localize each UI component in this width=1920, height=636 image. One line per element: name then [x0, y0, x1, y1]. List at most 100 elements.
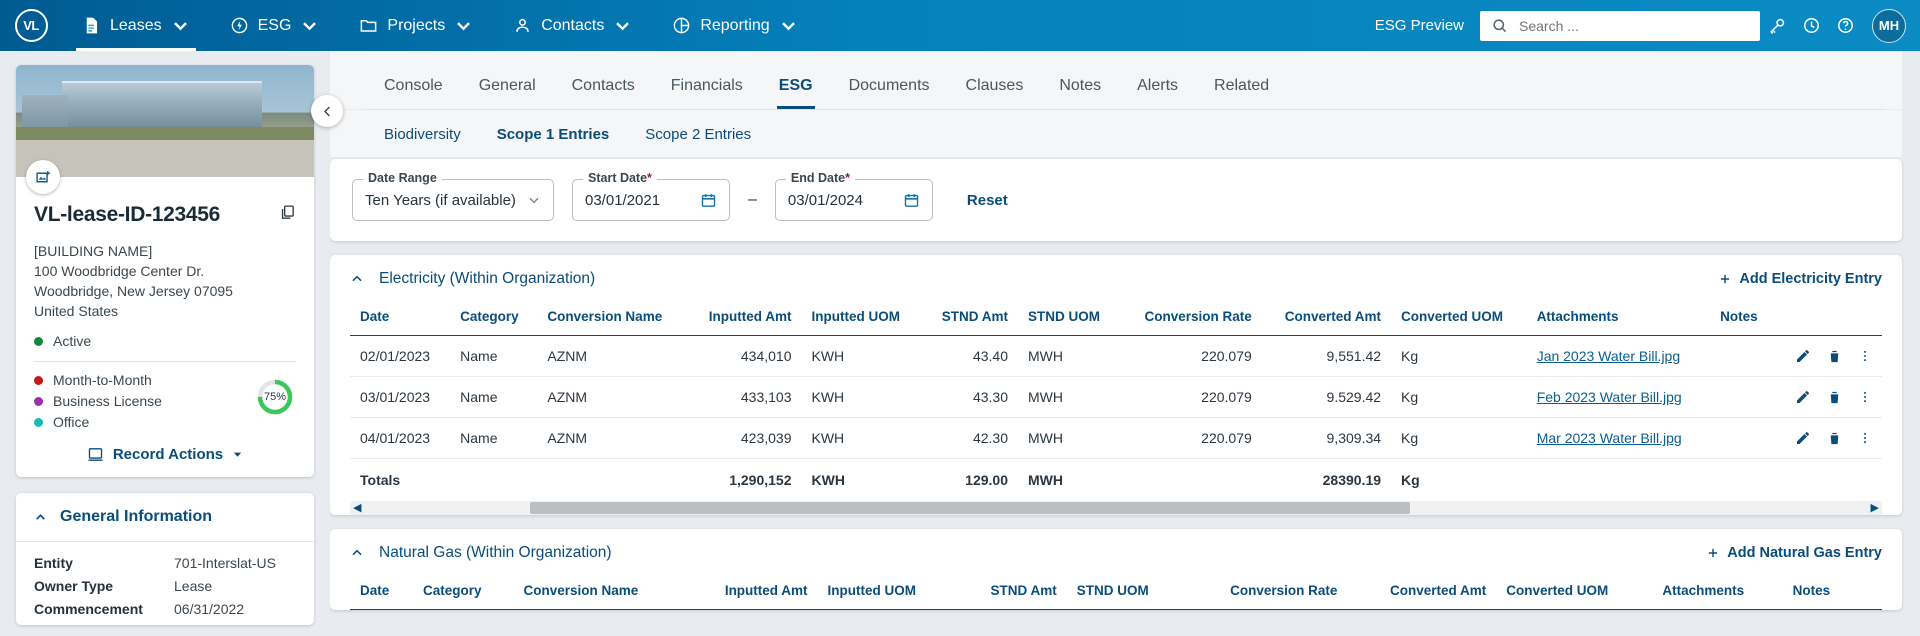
- column-header-date[interactable]: Date: [350, 577, 414, 610]
- required-asterisk: *: [845, 171, 850, 185]
- search-input[interactable]: [1517, 16, 1749, 35]
- nav-item-esg[interactable]: ESG: [210, 0, 340, 51]
- scroll-left-arrow[interactable]: ◀: [353, 502, 361, 514]
- nav-item-reporting[interactable]: Reporting: [652, 0, 817, 51]
- tab-clauses[interactable]: Clauses: [948, 77, 1042, 109]
- calendar-icon[interactable]: [903, 192, 920, 209]
- column-header-attachments[interactable]: Attachments: [1652, 577, 1783, 610]
- attachment-link[interactable]: Jan 2023 Water Bill.jpg: [1537, 348, 1680, 364]
- column-header-notes[interactable]: Notes: [1710, 303, 1775, 336]
- calendar-icon[interactable]: [700, 192, 717, 209]
- start-date-field[interactable]: Start Date* 03/01/2021: [572, 171, 730, 221]
- end-date-input[interactable]: 03/01/2024: [774, 179, 933, 221]
- tab-alerts[interactable]: Alerts: [1119, 77, 1196, 109]
- scrollbar-thumb[interactable]: [530, 502, 1410, 514]
- avatar[interactable]: MH: [1872, 8, 1906, 43]
- delete-icon[interactable]: [1827, 349, 1842, 364]
- column-header-notes[interactable]: Notes: [1782, 577, 1857, 610]
- tag-dot: [34, 396, 43, 406]
- tab-console[interactable]: Console: [366, 77, 461, 109]
- start-date-input[interactable]: 03/01/2021: [572, 179, 730, 221]
- totals-inputted_amt: 1,290,152: [729, 472, 792, 488]
- column-header-conversion-rate[interactable]: Conversion Rate: [1120, 303, 1262, 336]
- cell-attachment[interactable]: Jan 2023 Water Bill.jpg: [1526, 335, 1711, 377]
- column-header-inputted-amt[interactable]: Inputted Amt: [687, 303, 802, 336]
- column-header-stnd-amt[interactable]: STND Amt: [922, 303, 1018, 336]
- nav-item-leases[interactable]: Leases: [62, 0, 210, 51]
- column-header-converted-uom[interactable]: Converted UOM: [1496, 577, 1653, 610]
- photo-grass: [16, 127, 314, 140]
- progress-value: 75%: [263, 391, 287, 403]
- column-header-converted-amt[interactable]: Converted Amt: [1261, 303, 1392, 336]
- attachment-link[interactable]: Feb 2023 Water Bill.jpg: [1537, 389, 1682, 405]
- column-header-inputted-uom[interactable]: Inputted UOM: [801, 303, 923, 336]
- add-entry-button[interactable]: Add Electricity Entry: [1718, 271, 1882, 287]
- tab-contacts[interactable]: Contacts: [554, 77, 653, 109]
- esg-preview-link[interactable]: ESG Preview: [1375, 17, 1464, 34]
- more-options-icon[interactable]: [1858, 390, 1872, 404]
- column-header-conversion-rate[interactable]: Conversion Rate: [1184, 577, 1348, 610]
- search-box[interactable]: [1480, 10, 1760, 41]
- column-header-category[interactable]: Category: [450, 303, 538, 336]
- totals-label: Totals: [360, 472, 401, 488]
- edit-icon[interactable]: [1795, 430, 1811, 446]
- table-row[interactable]: 03/01/2023 Name AZNM 433,103 KWH 43.30 MWH 220.…: [350, 376, 1882, 418]
- collapse-caret-icon[interactable]: [350, 546, 364, 560]
- date-range-select[interactable]: Ten Years (if available): [352, 179, 554, 221]
- tab-general[interactable]: General: [461, 77, 554, 109]
- tab-financials[interactable]: Financials: [653, 77, 761, 109]
- scroll-right-arrow[interactable]: ▶: [1871, 502, 1879, 514]
- horizontal-scrollbar[interactable]: ◀ ▶: [350, 501, 1882, 515]
- tab-notes[interactable]: Notes: [1041, 77, 1119, 109]
- subtab-biodiversity[interactable]: Biodiversity: [366, 126, 479, 143]
- delete-icon[interactable]: [1827, 390, 1842, 405]
- add-entry-button[interactable]: Add Natural Gas Entry: [1706, 545, 1882, 561]
- table-row[interactable]: 02/01/2023 Name AZNM 434,010 KWH 43.40 MWH 220.…: [350, 335, 1882, 377]
- sidebar-collapse-button[interactable]: [311, 95, 343, 127]
- info-row: Entity 701-Interslat-US: [34, 552, 296, 575]
- column-header-inputted-uom[interactable]: Inputted UOM: [817, 577, 957, 610]
- key-icon[interactable]: [1760, 0, 1794, 51]
- section-card: Electricity (Within Organization) Add Ele…: [330, 255, 1902, 515]
- subtab-scope-1-entries[interactable]: Scope 1 Entries: [479, 126, 628, 143]
- tab-related[interactable]: Related: [1196, 77, 1287, 109]
- cell-attachment[interactable]: Mar 2023 Water Bill.jpg: [1526, 417, 1711, 459]
- edit-icon[interactable]: [1795, 389, 1811, 405]
- column-header-category[interactable]: Category: [413, 577, 514, 610]
- more-options-icon[interactable]: [1858, 349, 1872, 363]
- copy-icon[interactable]: [279, 203, 296, 227]
- edit-icon[interactable]: [1795, 348, 1811, 364]
- nav-item-contacts[interactable]: Contacts: [493, 0, 652, 51]
- cell-attachment[interactable]: Feb 2023 Water Bill.jpg: [1526, 376, 1711, 418]
- reset-button[interactable]: Reset: [967, 192, 1008, 209]
- attachment-link[interactable]: Mar 2023 Water Bill.jpg: [1537, 430, 1682, 446]
- table-header-row: Date Category Conversion Name Inputted Amt I…: [350, 303, 1882, 336]
- end-date-label-text: End Date: [790, 171, 846, 185]
- delete-icon[interactable]: [1827, 431, 1842, 446]
- table-row[interactable]: 04/01/2023 Name AZNM 423,039 KWH 42.30 MWH 220.…: [350, 417, 1882, 459]
- column-header-converted-amt[interactable]: Converted Amt: [1347, 577, 1497, 610]
- column-header-date[interactable]: Date: [350, 303, 451, 336]
- cell-converted_amt: 9,551.42: [1261, 335, 1392, 377]
- general-information-header[interactable]: General Information: [16, 493, 314, 542]
- column-header-attachments[interactable]: Attachments: [1526, 303, 1711, 336]
- nav-item-projects[interactable]: Projects: [339, 0, 493, 51]
- date-range-field[interactable]: Date Range Ten Years (if available): [352, 171, 554, 221]
- column-header-converted-uom[interactable]: Converted UOM: [1391, 303, 1527, 336]
- history-clock-icon[interactable]: [1794, 0, 1828, 51]
- subtab-scope-2-entries[interactable]: Scope 2 Entries: [627, 126, 769, 143]
- record-actions-button[interactable]: Record Actions: [34, 446, 296, 463]
- column-header-conversion-name[interactable]: Conversion Name: [513, 577, 687, 610]
- column-header-stnd-amt[interactable]: STND Amt: [956, 577, 1067, 610]
- app-logo[interactable]: VL: [0, 9, 62, 42]
- help-icon[interactable]: [1828, 0, 1862, 51]
- column-header-inputted-amt[interactable]: Inputted Amt: [686, 577, 818, 610]
- column-header-stnd-uom[interactable]: STND UOM: [1018, 303, 1121, 336]
- tab-esg[interactable]: ESG: [761, 77, 831, 109]
- collapse-caret-icon[interactable]: [350, 272, 364, 286]
- more-options-icon[interactable]: [1858, 431, 1872, 445]
- tab-documents[interactable]: Documents: [831, 77, 948, 109]
- end-date-field[interactable]: End Date* 03/01/2024: [774, 171, 933, 221]
- column-header-stnd-uom[interactable]: STND UOM: [1066, 577, 1185, 610]
- column-header-conversion-name[interactable]: Conversion Name: [537, 303, 688, 336]
